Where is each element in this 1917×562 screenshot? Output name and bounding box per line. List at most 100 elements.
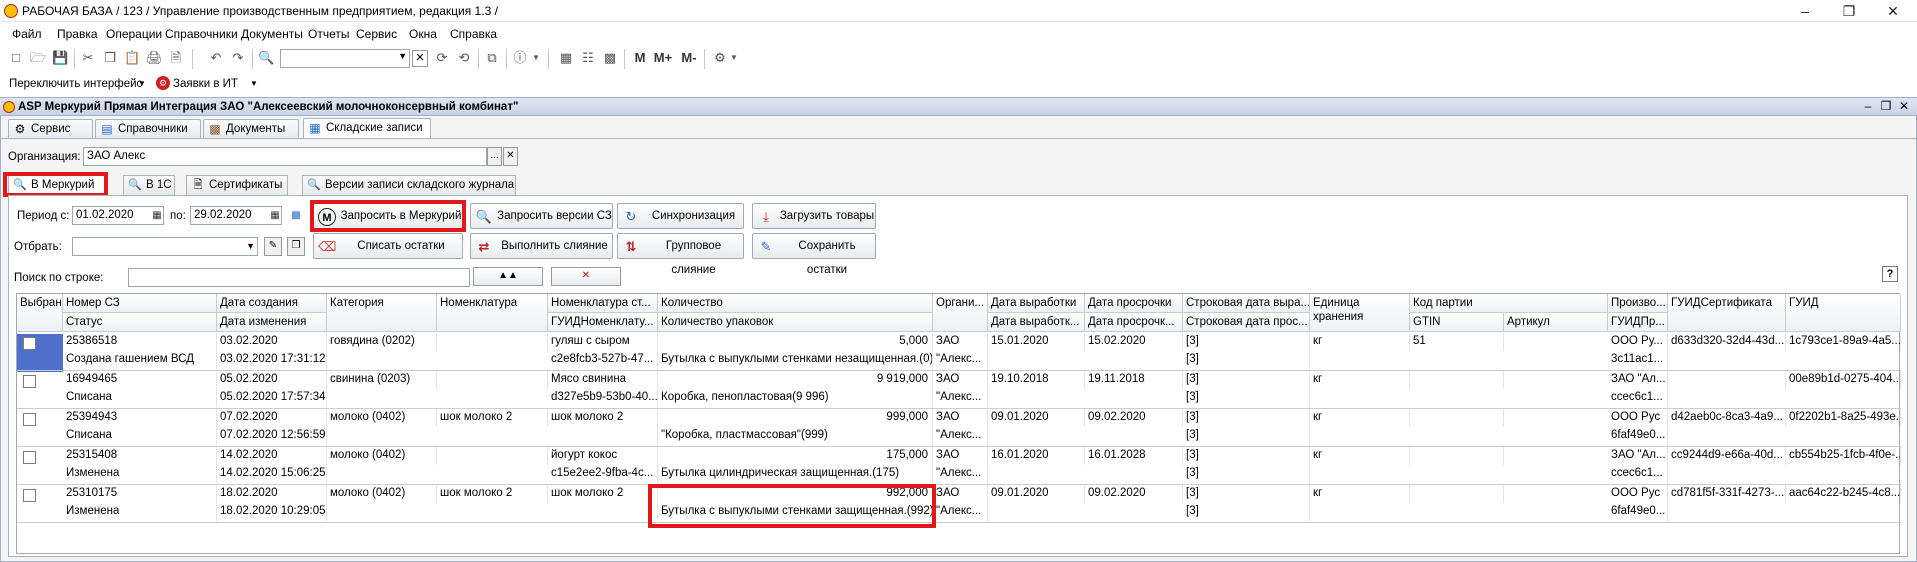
cell-exp-date[interactable]: 15.02.2020 [1085,333,1183,351]
cell-batch[interactable] [1410,371,1504,389]
col-header-unit[interactable]: Единица хранения [1310,294,1410,332]
row-checkbox[interactable] [23,413,36,426]
cell-unit[interactable]: кг [1310,447,1410,465]
cell-status[interactable]: Списана [63,389,217,407]
col-header-status[interactable]: Статус [63,313,217,332]
cell-packages[interactable]: Бутылка с выпуклыми стенками незащищенна… [658,351,933,369]
save-icon[interactable]: 💾 [52,50,68,66]
cell-str-prod-date[interactable]: [3] [1183,409,1310,427]
cell-nomenclature[interactable]: шок молоко 2 [437,485,548,503]
cell-number[interactable]: 25310175 [63,485,217,503]
copy-icon[interactable]: ❐ [102,50,118,66]
subtab-to-mercury[interactable]: 🔍 В Меркурий [8,175,105,195]
spreadsheet-icon[interactable]: ▩ [602,50,618,66]
cell-nomenclature-st[interactable]: йогурт кокос [548,447,658,465]
cell-unit[interactable]: кг [1310,333,1410,351]
col-header-exp-date[interactable]: Дата просрочки [1085,294,1183,313]
cell-guid-producer[interactable]: 6faf49e0... [1608,427,1668,445]
cell-packages[interactable]: Бутылка с выпуклыми стенками защищенная.… [658,503,933,521]
memory-m-icon[interactable]: M [632,50,648,66]
cell-number[interactable]: 25386518 [63,333,217,351]
cell-org[interactable]: ЗАО [933,371,988,389]
cell-batch[interactable] [1410,409,1504,427]
find-icon[interactable]: 🔍 [258,50,274,66]
cell-cert-guid[interactable] [1668,371,1786,389]
cell-status[interactable]: Списана [63,427,217,445]
cell-guid-nom[interactable]: c2e8fcb3-527b-47... [548,351,658,369]
cell-org[interactable]: ЗАО [933,485,988,503]
cell-packages[interactable]: "Коробка, пластмассовая"(999) [658,427,933,445]
col-header-number[interactable]: Номер СЗ [63,294,217,313]
cell-number[interactable]: 16949465 [63,371,217,389]
inner-restore-icon[interactable]: ❐ [1878,99,1894,114]
cell-number[interactable]: 25315408 [63,447,217,465]
cell-batch[interactable] [1410,485,1504,503]
cell-org[interactable]: ЗАО [933,409,988,427]
col-header-guid-nom[interactable]: ГУИДНоменклату... [548,313,658,332]
col-header-selected[interactable]: Выбран [17,294,63,332]
cell-producer[interactable]: ООО Рус [1608,485,1668,503]
inner-minimize-icon[interactable]: – [1860,99,1876,114]
copy-filter-icon[interactable]: ❐ [287,237,305,256]
col-header-producer[interactable]: Произво... [1608,294,1668,313]
help-icon[interactable]: ? [1882,266,1898,282]
cell-status[interactable]: Изменена [63,465,217,483]
cell-cert-guid[interactable]: d633d320-32d4-43d... [1668,333,1786,351]
cell-str-prod-date[interactable]: [3] [1183,485,1310,503]
cell-created[interactable]: 07.02.2020 [217,409,327,427]
cell-category[interactable]: молоко (0402) [327,447,437,465]
menu-service[interactable]: Сервис [356,27,397,41]
row-checkbox[interactable] [23,337,36,350]
cell-batch[interactable] [1410,447,1504,465]
cell-nomenclature[interactable] [437,333,548,351]
cell-nomenclature[interactable]: шок молоко 2 [437,409,548,427]
cell-org[interactable]: ЗАО [933,333,988,351]
cell-guid[interactable]: aac64c22-b245-4c8... [1786,485,1901,503]
col-header-packages[interactable]: Количество упаковок [658,313,933,332]
cell-prod-date[interactable]: 09.01.2020 [988,485,1085,503]
windows-icon[interactable]: ⧉ [484,50,500,66]
col-header-batch[interactable]: Код партии [1410,294,1608,313]
cell-str-exp-date[interactable]: [3] [1183,351,1310,369]
cell-str-exp-date[interactable]: [3] [1183,389,1310,407]
cell-quantity[interactable]: 175,000 [658,447,933,465]
col-header-str-exp-date[interactable]: Строковая дата прос... [1183,313,1310,332]
write-off-button[interactable]: ⌫ Списать остатки [313,233,463,259]
cell-guid[interactable]: 0f2202b1-8a25-493e... [1786,409,1901,427]
search-next-icon[interactable]: ⟳ [434,50,450,66]
request-mercury-button[interactable]: M Запросить в Меркурий [313,203,463,229]
cell-changed[interactable]: 14.02.2020 15:06:25 [217,465,327,483]
cell-guid-producer[interactable]: ccec6c1... [1608,389,1668,407]
cell-number[interactable]: 25394943 [63,409,217,427]
menu-operations[interactable]: Операции [106,27,162,41]
cell-org-name[interactable]: "Алекс... [933,389,988,407]
cell-guid[interactable]: 1c793ce1-89a9-4a5... [1786,333,1901,351]
cell-str-prod-date[interactable]: [3] [1183,371,1310,389]
redo-icon[interactable]: ↷ [230,50,246,66]
close-icon[interactable]: ✕ [1871,1,1915,21]
cell-created[interactable]: 14.02.2020 [217,447,327,465]
cell-exp-date[interactable]: 09.02.2020 [1085,409,1183,427]
cell-nomenclature[interactable] [437,447,548,465]
cell-prod-date[interactable]: 15.01.2020 [988,333,1085,351]
cell-guid-nom[interactable] [548,427,658,445]
cell-org-name[interactable]: "Алекс... [933,503,988,521]
print-icon[interactable]: 🖨 [146,50,163,66]
tab-service[interactable]: ⚙ Сервис [8,119,93,139]
cell-prod-date[interactable]: 16.01.2020 [988,447,1085,465]
cell-created[interactable]: 18.02.2020 [217,485,327,503]
cell-exp-date[interactable]: 09.02.2020 [1085,485,1183,503]
cell-str-exp-date[interactable]: [3] [1183,427,1310,445]
open-folder-icon[interactable]: 🗁 [30,50,46,66]
calculator-icon[interactable]: ▦ [558,50,574,66]
cell-category[interactable]: свинина (0203) [327,371,437,389]
cell-guid-nom[interactable]: c15e2ee2-9fba-4c... [548,465,658,483]
cell-quantity[interactable]: 5,000 [658,333,933,351]
col-header-nomenclature-st[interactable]: Номенклатура ст... [548,294,658,313]
menu-documents[interactable]: Документы [241,27,303,41]
cut-icon[interactable]: ✂ [80,50,96,66]
col-header-str-prod-date[interactable]: Строковая дата выра... [1183,294,1310,313]
merge-button[interactable]: ⇄ Выполнить слияние [470,233,613,259]
find-clear-button[interactable]: ✕ [551,267,621,286]
cell-org[interactable]: ЗАО [933,447,988,465]
